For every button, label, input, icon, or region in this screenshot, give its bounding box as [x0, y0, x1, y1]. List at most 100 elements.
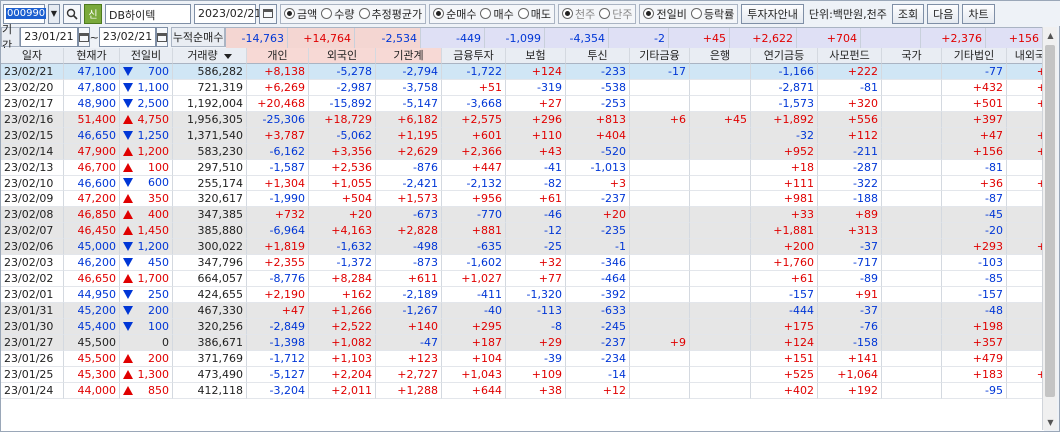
table-row[interactable]: 23/01/31 45,200 200 467,330 +47 +1,266 -1,267-…: [1, 303, 1044, 319]
cell-individual: -3,204: [247, 382, 309, 399]
cell-date: 23/01/31: [1, 303, 64, 319]
table-row[interactable]: 23/02/06 45,000 1,200 300,022 +1,819 -1,632 -4…: [1, 239, 1044, 256]
cell-domestic-foreign: +21: [1007, 143, 1044, 160]
down-arrow-icon: [123, 130, 133, 140]
cell-bank: [690, 175, 751, 192]
col-date[interactable]: 일자: [1, 48, 64, 64]
col-insurance[interactable]: 보험: [506, 48, 566, 64]
radio-prev-day-change[interactable]: 전일비: [643, 6, 687, 22]
scroll-up-icon[interactable]: ▲: [1043, 27, 1058, 43]
col-trust[interactable]: 투신: [566, 48, 630, 64]
credit-badge[interactable]: 신: [84, 3, 102, 24]
cell-individual: -8,776: [247, 271, 309, 288]
table-row[interactable]: 23/01/24 44,000 850 412,118 -3,204 +2,011 +1,2…: [1, 382, 1044, 399]
cell-insurance: -39: [506, 350, 566, 367]
change-value: 600: [148, 176, 169, 190]
table-row[interactable]: 23/02/09 47,200 350 320,617 -1,990 +504 +1,573…: [1, 191, 1044, 208]
cell-price: 46,450: [64, 223, 120, 240]
radio-amount[interactable]: 금액: [284, 6, 317, 22]
cell-individual: -1,990: [247, 191, 309, 208]
chart-button[interactable]: 차트: [962, 3, 995, 24]
table-row[interactable]: 23/02/08 46,850 400 347,385 +732 +20 -673 -770-…: [1, 207, 1044, 224]
col-change[interactable]: 전일비: [120, 48, 173, 64]
cell-volume: 424,655: [173, 287, 247, 303]
cell-other-corp: +183: [942, 366, 1007, 383]
cell-private-fund: -37: [818, 303, 882, 319]
cell-volume: 473,490: [173, 366, 247, 383]
period-from-input[interactable]: 23/01/21: [20, 27, 78, 47]
col-domestic-foreign[interactable]: 내외국인: [1007, 48, 1044, 64]
change-value: 2,500: [137, 96, 170, 110]
radio-quantity[interactable]: 수량: [321, 6, 355, 22]
radio-single-shares[interactable]: 단주: [599, 6, 632, 22]
table-row[interactable]: 23/02/13 46,700 100 297,510 -1,587 +2,536 -876…: [1, 159, 1044, 176]
cell-other-financial: -17: [630, 63, 690, 80]
cell-bank: [690, 127, 751, 144]
cell-domestic-foreign: -34: [1007, 271, 1044, 288]
search-icon[interactable]: [63, 3, 81, 24]
calendar-icon[interactable]: [259, 3, 277, 24]
cell-bank: [690, 223, 751, 240]
table-row[interactable]: 23/02/14 47,900 1,200 583,230 -6,162 +3,356 +2…: [1, 143, 1044, 160]
cell-change: 2,500: [120, 95, 173, 112]
radio-change-rate[interactable]: 등락률: [690, 6, 734, 22]
table-row[interactable]: 23/02/17 48,900 2,500 1,192,004 +20,468 -15,8…: [1, 95, 1044, 112]
table-row[interactable]: 23/02/20 47,800 1,100 721,319 +6,269 -2,987 -3…: [1, 79, 1044, 96]
cell-insurance: -82: [506, 175, 566, 192]
col-other-corp[interactable]: 기타법인: [942, 48, 1007, 64]
cell-bank: [690, 239, 751, 256]
calendar-icon[interactable]: [156, 27, 169, 47]
next-button[interactable]: 다음: [927, 3, 960, 24]
col-individual[interactable]: 개인: [247, 48, 309, 64]
col-volume[interactable]: 거래량: [173, 48, 247, 64]
col-institution[interactable]: 기관계: [376, 48, 442, 64]
radio-buy[interactable]: 매수: [480, 6, 514, 22]
investor-guide-button[interactable]: 투자자안내: [741, 3, 804, 24]
scroll-down-icon[interactable]: ▼: [1043, 414, 1058, 430]
cell-insurance: -12: [506, 223, 566, 240]
col-foreign[interactable]: 외국인: [309, 48, 376, 64]
table-row[interactable]: 23/02/21 47,100 700 586,282 +8,138 -5,278 -2,7…: [1, 63, 1044, 80]
calendar-icon[interactable]: [77, 27, 90, 47]
radio-avg-price[interactable]: 추정평균가: [358, 6, 422, 22]
radio-sell[interactable]: 매도: [517, 6, 551, 22]
period-to-input[interactable]: 23/02/21: [98, 27, 157, 47]
cell-individual: +1,304: [247, 175, 309, 192]
table-row[interactable]: 23/01/26 45,500 200 371,769 -1,712 +1,103 +123…: [1, 350, 1044, 367]
cell-individual: +3,787: [247, 127, 309, 144]
cell-price: 45,500: [64, 350, 120, 367]
table-row[interactable]: 23/02/10 46,600 600 255,174 +1,304 +1,055 -2,4…: [1, 175, 1044, 192]
sort-dropdown-icon[interactable]: [223, 53, 232, 59]
radio-thousand-shares[interactable]: 천주: [561, 6, 595, 22]
acc-bank: +45: [668, 28, 730, 48]
table-row[interactable]: 23/01/27 45,500 0 386,671 -1,398 +1,082 -47 +18…: [1, 334, 1044, 351]
table-row[interactable]: 23/02/07 46,450 1,450 385,880 -6,964 +4,163 +2…: [1, 223, 1044, 240]
change-type-radio-group: 전일비 등락률: [639, 3, 739, 24]
cell-institution: -47: [376, 334, 442, 351]
col-price[interactable]: 현재가: [64, 48, 120, 64]
col-pension[interactable]: 연기금등: [751, 48, 818, 64]
query-button[interactable]: 조회: [891, 3, 925, 24]
radio-net-buy[interactable]: 순매수: [433, 6, 476, 22]
vertical-scrollbar[interactable]: ▲ ▼: [1042, 27, 1057, 430]
change-value: 400: [148, 208, 169, 222]
unit-label: 단위:백만원,천주: [808, 7, 887, 21]
table-row[interactable]: 23/02/01 44,950 250 424,655 +2,190 +162 -2,189…: [1, 287, 1044, 303]
date-field[interactable]: 2023/02/21: [194, 3, 261, 24]
col-government[interactable]: 국가: [882, 48, 942, 64]
table-row[interactable]: 23/02/16 51,400 4,750 1,956,305 -25,306 +18,7…: [1, 111, 1044, 128]
col-other-financial[interactable]: 기타금융: [630, 48, 690, 64]
scroll-thumb[interactable]: [1045, 45, 1055, 397]
col-financial[interactable]: 금융투자: [442, 48, 506, 64]
table-row[interactable]: 23/02/02 46,650 1,700 664,057 -8,776 +8,284 +6…: [1, 271, 1044, 288]
table-row[interactable]: 23/01/25 45,300 1,300 473,490 -5,127 +2,204 +2…: [1, 366, 1044, 383]
code-dropdown-button[interactable]: ▼: [48, 3, 60, 24]
cell-date: 23/02/10: [1, 175, 64, 192]
col-bank[interactable]: 은행: [690, 48, 751, 64]
cell-pension: +525: [751, 366, 818, 383]
col-private-fund[interactable]: 사모펀드: [818, 48, 882, 64]
cell-pension: +111: [751, 175, 818, 192]
table-row[interactable]: 23/02/15 46,650 1,250 1,371,540 +3,787 -5,062…: [1, 127, 1044, 144]
table-row[interactable]: 23/01/30 45,400 100 320,256 -2,849 +2,522 +140…: [1, 318, 1044, 335]
table-row[interactable]: 23/02/03 46,200 450 347,796 +2,355 -1,372 -873…: [1, 255, 1044, 272]
